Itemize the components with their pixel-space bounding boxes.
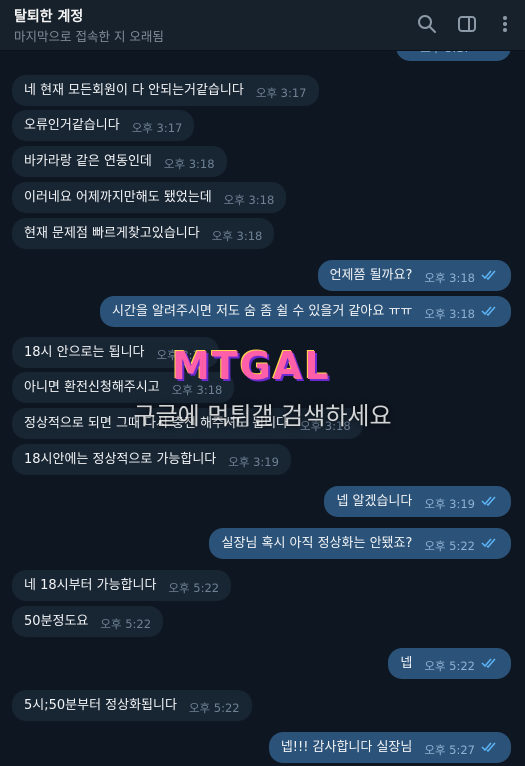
message-text: 정상적으로 되면 그때 다시 충전 해주셔도 됩니다 [24,416,288,431]
message-bubble-incoming[interactable]: 네 현재 모든회원이 다 안되는거같습니다 오후 3:17 [12,75,319,106]
message-text: 네 18시부터 가능합니다 [24,578,157,593]
message-bubble-incoming[interactable]: 바카라랑 같은 연동인데 오후 3:18 [12,146,227,177]
chat-area: 오후 3:17 네 현재 모든회원이 다 안되는거같습니다오후 3:17 오류인… [0,0,525,765]
message-time: 오후 5:22 [100,617,152,631]
message-time: 오후 3:17 [131,121,183,135]
double-check-icon [481,487,497,518]
message-bubble-incoming[interactable]: 네 18시부터 가능합니다 오후 5:22 [12,570,232,601]
message-bubble-outgoing[interactable]: 넵 오후 5:22 [388,648,511,679]
message-text: 언제쯤 될까요? [329,268,413,283]
message-bubble-outgoing[interactable]: 넵!!! 감사합니다 실장님 오후 5:27 [268,732,511,764]
message-text: 현재 문제점 빠르게찾고있습니다 [24,226,200,241]
double-check-icon [481,733,497,764]
message-bubble-incoming[interactable]: 이러네요 어제까지만해도 됐었는데 오후 3:18 [12,182,287,213]
message-bubble-incoming[interactable]: 현재 문제점 빠르게찾고있습니다 오후 3:18 [12,218,275,249]
message-time: 오후 3:18 [211,229,263,243]
double-check-icon [481,529,497,560]
message-bubble-outgoing[interactable]: 실장님 혹시 아직 정상화는 안됐죠? 오후 5:22 [209,528,511,559]
more-vertical-icon[interactable] [494,13,516,35]
message-bubble-outgoing[interactable]: 시간을 알려주시면 저도 숨 좀 쉴 수 있을거 같아요 ㅠㅠ 오후 3:18 [100,296,511,327]
message-time: 오후 3:18 [424,271,475,285]
message-text: 시간을 알려주시면 저도 숨 좀 쉴 수 있을거 같아요 ㅠㅠ [112,304,413,319]
message-text: 넵 [400,656,413,671]
message-time: 오후 3:17 [255,86,307,100]
chat-title[interactable]: 탈퇴한 계정 [14,6,83,26]
message-text: 18시 안으로는 됩니다 [24,345,145,360]
message-bubble-incoming[interactable]: 18시 안으로는 됩니다 오후 3:18 [12,337,220,368]
message-bubble-incoming[interactable]: 정상적으로 되면 그때 다시 충전 해주셔도 됩니다 오후 3:18 [12,408,363,439]
search-icon[interactable] [416,13,438,35]
message-text: 네 현재 모든회원이 다 안되는거같습니다 [24,83,244,98]
sidebar-toggle-icon[interactable] [456,13,478,35]
message-time: 오후 3:18 [156,348,208,362]
double-check-icon [481,261,497,292]
message-bubble-incoming[interactable]: 아니면 환전신청해주시고 오후 3:18 [12,372,235,403]
message-time: 오후 5:22 [424,539,475,553]
message-time: 오후 3:18 [424,307,475,321]
message-time: 오후 5:27 [424,743,475,757]
message-text: 바카라랑 같은 연동인데 [24,154,152,169]
message-text: 5시;50분부터 정상화됩니다 [24,698,177,713]
double-check-icon [481,649,497,680]
message-text: 넵!!! 감사합니다 실장님 [280,740,413,755]
message-bubble-outgoing[interactable]: 언제쯤 될까요? 오후 3:18 [317,260,511,292]
message-time: 오후 3:18 [163,157,215,171]
chat-header: 탈퇴한 계정 마지막으로 접속한 지 오래됨 [0,0,525,51]
message-text: 18시안에는 정상적으로 가능합니다 [24,452,217,467]
message-time: 오후 3:18 [171,383,223,397]
double-check-icon [481,297,497,328]
message-time: 오후 3:19 [228,455,279,469]
message-bubble-incoming[interactable]: 5시;50분부터 정상화됩니다 오후 5:22 [12,690,252,721]
message-text: 50분정도요 [24,614,89,629]
message-bubble-outgoing[interactable]: 넵 알겠습니다 오후 3:19 [324,486,511,517]
message-text: 오류인거같습니다 [24,118,120,133]
message-bubble-incoming[interactable]: 18시안에는 정상적으로 가능합니다 오후 3:19 [12,444,291,475]
chat-status: 마지막으로 접속한 지 오래됨 [14,29,164,44]
message-time: 오후 5:22 [188,701,240,715]
message-text: 아니면 환전신청해주시고 [24,380,160,395]
message-time: 오후 3:19 [424,497,475,511]
message-text: 실장님 혹시 아직 정상화는 안됐죠? [221,536,413,551]
message-time: 오후 3:18 [223,193,275,207]
message-bubble-incoming[interactable]: 50분정도요 오후 5:22 [12,606,164,637]
message-bubble-incoming[interactable]: 오류인거같습니다 오후 3:17 [12,110,195,141]
message-time: 오후 5:22 [168,581,220,595]
message-time: 오후 3:18 [300,419,351,433]
message-text: 이러네요 어제까지만해도 됐었는데 [24,190,212,205]
message-text: 넵 알겠습니다 [336,494,413,509]
message-time: 오후 5:22 [424,659,475,673]
